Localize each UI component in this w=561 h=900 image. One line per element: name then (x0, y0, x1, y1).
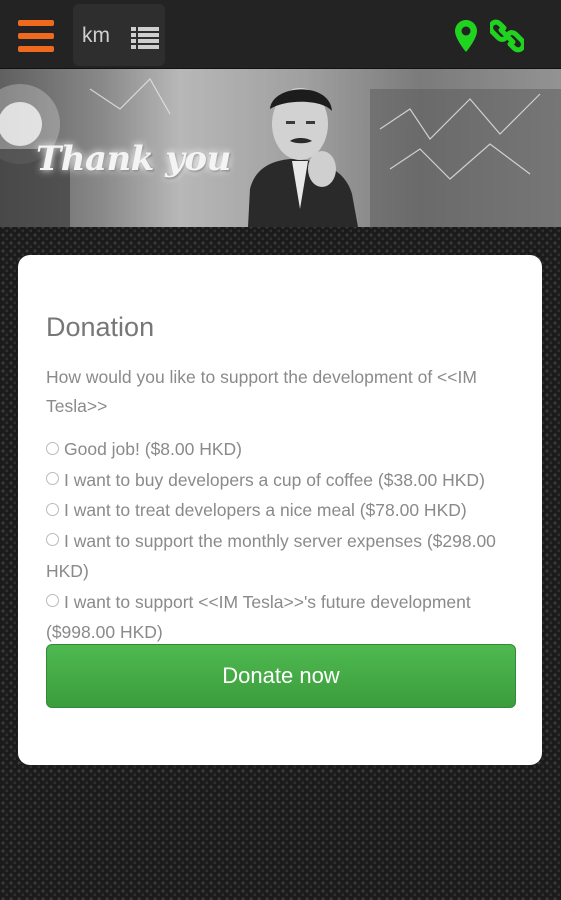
radio-button[interactable] (46, 594, 59, 608)
donation-option[interactable]: I want to support <<IM Tesla>>'s future … (46, 587, 526, 648)
donation-option[interactable]: I want to buy developers a cup of coffee… (46, 465, 526, 496)
option-label: I want to support <<IM Tesla>>'s future … (46, 591, 471, 643)
donation-option[interactable]: I want to support the monthly server exp… (46, 526, 526, 587)
option-label: I want to support the monthly server exp… (46, 530, 496, 582)
donate-now-button[interactable]: Donate now (46, 644, 516, 708)
banner-thank-you-text: Thank you (36, 139, 231, 179)
unit-toggle-group: km (73, 4, 165, 66)
donation-options: Good job! ($8.00 HKD) I want to buy deve… (46, 434, 526, 648)
donation-question: How would you like to support the develo… (46, 367, 477, 416)
donation-option[interactable]: I want to treat developers a nice meal (… (46, 495, 526, 526)
unit-km-button[interactable]: km (82, 24, 110, 48)
link-icon[interactable] (490, 19, 524, 53)
option-label: I want to buy developers a cup of coffee… (64, 469, 485, 490)
radio-button[interactable] (46, 533, 59, 547)
option-label: Good job! ($8.00 HKD) (64, 439, 243, 459)
top-bar: km (0, 0, 561, 69)
radio-button[interactable] (46, 502, 59, 516)
list-icon[interactable] (131, 26, 159, 50)
donation-title: Donation (46, 312, 155, 342)
radio-button[interactable] (46, 472, 59, 486)
option-label: I want to treat developers a nice meal (… (64, 500, 467, 520)
radio-button[interactable] (46, 441, 59, 455)
menu-icon[interactable] (18, 20, 54, 52)
donation-option[interactable]: Good job! ($8.00 HKD) (46, 434, 526, 465)
thank-you-banner: Thank you (0, 69, 561, 227)
location-pin-icon[interactable] (455, 20, 477, 52)
donation-card: Donation How would you like to support t… (18, 255, 542, 765)
